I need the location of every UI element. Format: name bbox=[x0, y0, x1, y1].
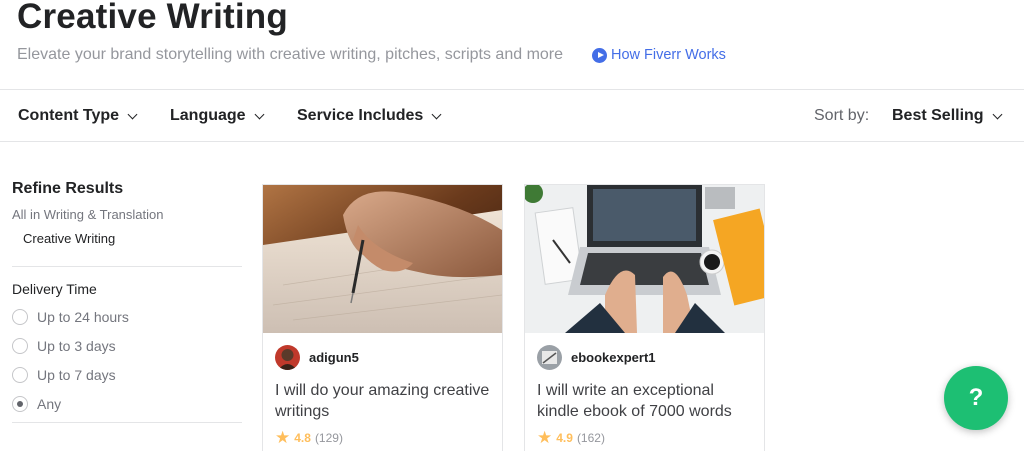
refine-title: Refine Results bbox=[12, 180, 124, 197]
breadcrumb-current[interactable]: Creative Writing bbox=[23, 231, 242, 246]
play-icon bbox=[592, 47, 607, 63]
how-fiverr-works-link[interactable]: How Fiverr Works bbox=[592, 47, 726, 63]
sort-dropdown[interactable]: Best Selling bbox=[892, 107, 1003, 125]
content-type-filter[interactable]: Content Type bbox=[18, 107, 138, 125]
chevron-down-icon bbox=[992, 109, 1003, 119]
delivery-option-label: Up to 24 hours bbox=[37, 308, 129, 325]
avatar bbox=[537, 345, 562, 370]
seller-name: ebookexpert1 bbox=[571, 350, 656, 365]
avatar bbox=[275, 345, 300, 370]
hand-writing-pen-photo[interactable] bbox=[263, 185, 502, 333]
help-button[interactable]: ? bbox=[944, 366, 1008, 430]
language-label: Language bbox=[170, 107, 246, 124]
breadcrumb-parent[interactable]: All in Writing & Translation bbox=[12, 207, 242, 222]
delivery-option-any[interactable]: Any bbox=[12, 394, 242, 413]
sort-label: Sort by: bbox=[814, 107, 870, 124]
delivery-time-title: Delivery Time bbox=[12, 281, 97, 297]
filter-bar: Content Type Language Service Includes S… bbox=[0, 89, 1024, 142]
rating-value: 4.9 bbox=[556, 431, 573, 445]
gig-rating: ★ 4.9 (162) bbox=[537, 428, 605, 447]
content-type-label: Content Type bbox=[18, 107, 120, 124]
chevron-down-icon bbox=[431, 109, 442, 119]
seller-link[interactable]: ebookexpert1 bbox=[537, 345, 656, 370]
chevron-down-icon bbox=[127, 109, 138, 119]
delivery-option-3d[interactable]: Up to 3 days bbox=[12, 336, 242, 355]
sort-value: Best Selling bbox=[892, 107, 984, 124]
rating-count: (129) bbox=[314, 431, 343, 445]
seller-link[interactable]: adigun5 bbox=[275, 345, 359, 370]
delivery-option-label: Up to 3 days bbox=[37, 337, 116, 354]
divider bbox=[12, 422, 242, 423]
how-fiverr-works-label: How Fiverr Works bbox=[611, 47, 726, 63]
language-filter[interactable]: Language bbox=[170, 107, 265, 125]
radio-button[interactable] bbox=[12, 308, 28, 325]
star-icon: ★ bbox=[275, 428, 291, 447]
gig-card[interactable]: ebookexpert1 I will write an exceptional… bbox=[524, 184, 765, 451]
delivery-option-24h[interactable]: Up to 24 hours bbox=[12, 307, 242, 326]
refine-sidebar: Refine Results All in Writing & Translat… bbox=[12, 180, 242, 423]
rating-count: (162) bbox=[576, 431, 605, 445]
page-title: Creative Writing bbox=[17, 0, 288, 36]
laptop-desk-photo[interactable] bbox=[525, 185, 764, 333]
service-includes-label: Service Includes bbox=[297, 107, 424, 124]
seller-name: adigun5 bbox=[309, 350, 359, 365]
radio-button-checked[interactable] bbox=[12, 395, 28, 412]
delivery-option-7d[interactable]: Up to 7 days bbox=[12, 365, 242, 384]
gig-title[interactable]: I will do your amazing creative writings bbox=[275, 380, 495, 422]
delivery-option-label: Up to 7 days bbox=[37, 366, 116, 383]
gig-title[interactable]: I will write an exceptional kindle ebook… bbox=[537, 380, 757, 422]
gig-card[interactable]: adigun5 I will do your amazing creative … bbox=[262, 184, 503, 451]
gig-rating: ★ 4.8 (129) bbox=[275, 428, 343, 447]
chevron-down-icon bbox=[254, 109, 265, 119]
star-icon: ★ bbox=[537, 428, 553, 447]
divider bbox=[12, 266, 242, 267]
rating-value: 4.8 bbox=[294, 431, 311, 445]
radio-button[interactable] bbox=[12, 366, 28, 383]
delivery-option-label: Any bbox=[37, 395, 62, 412]
service-includes-filter[interactable]: Service Includes bbox=[297, 107, 442, 125]
radio-button[interactable] bbox=[12, 337, 28, 354]
page-subtitle: Elevate your brand storytelling with cre… bbox=[17, 46, 564, 63]
